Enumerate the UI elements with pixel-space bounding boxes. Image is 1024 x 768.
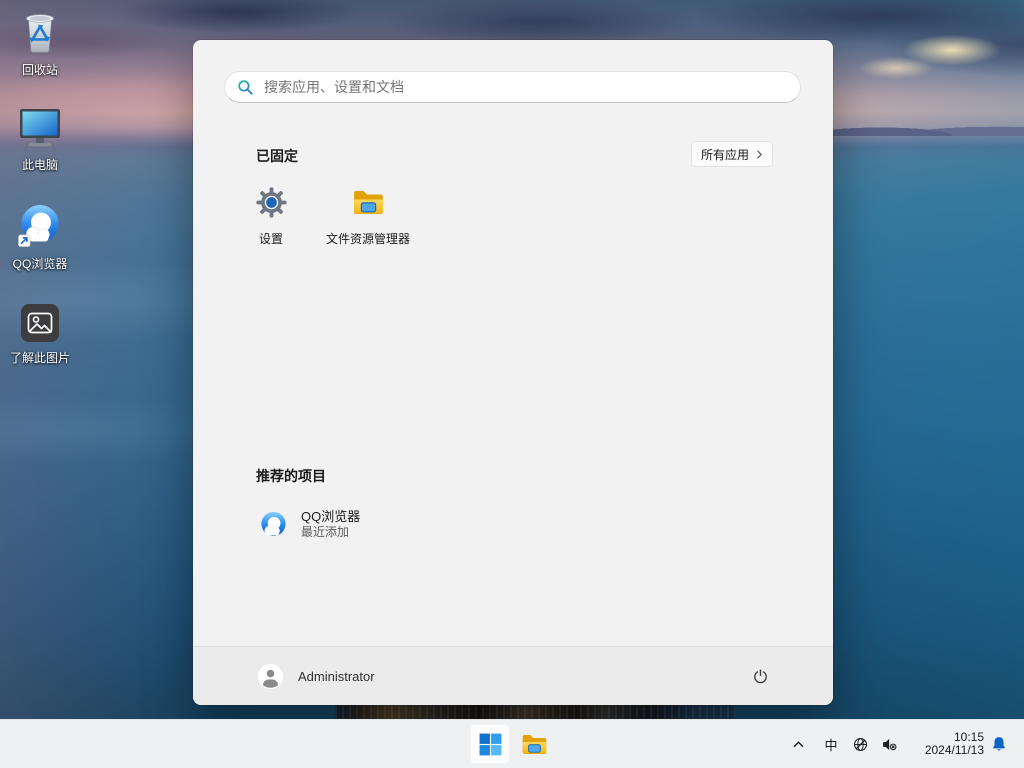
desktop-icon-label: QQ浏览器 [12,257,68,271]
pinned-section-title: 已固定 [256,148,298,164]
recommended-section-title: 推荐的项目 [256,468,326,484]
desktop-icon-recycle-bin[interactable]: 回收站 [1,9,79,77]
speaker-muted-icon [881,736,898,753]
recommended-item-sublabel: 最近添加 [301,524,350,539]
start-menu-footer: Administrator [193,646,833,705]
recommended-item-qq-browser[interactable]: QQ浏览器 最近添加 [251,500,489,548]
taskbar-file-explorer-button[interactable] [514,724,554,764]
taskbar: 中 10:15 2024/11/13 [0,719,1024,768]
globe-no-network-icon [852,736,869,753]
pinned-app-label: 文件资源管理器 [325,232,410,246]
chevron-up-icon [792,740,805,749]
system-tray: 中 10:15 2024/11/13 [785,720,1024,768]
picture-info-icon [20,303,60,348]
ime-indicator[interactable]: 中 [818,726,844,762]
user-name: Administrator [298,668,375,684]
settings-gear-icon [255,186,288,224]
qq-browser-icon [16,201,64,254]
power-button[interactable] [743,659,777,693]
user-account-button[interactable]: Administrator [248,658,385,694]
notifications-button[interactable] [984,726,1014,762]
qq-browser-icon [259,510,288,539]
this-pc-icon [17,106,63,155]
clock-date: 2024/11/13 [924,743,984,757]
desktop-icon-label: 了解此图片 [9,351,70,365]
all-apps-button[interactable]: 所有应用 [690,141,773,167]
volume-button[interactable] [876,726,902,762]
search-input[interactable]: 搜索应用、设置和文档 [224,71,801,103]
recycle-bin-icon [18,9,62,60]
all-apps-label: 所有应用 [700,147,749,162]
pinned-app-label: 设置 [258,232,283,246]
chevron-right-icon [756,149,763,160]
tray-overflow-button[interactable] [785,726,811,762]
desktop-icon-label: 此电脑 [21,158,58,172]
search-placeholder: 搜索应用、设置和文档 [264,79,404,95]
start-button[interactable] [470,724,510,764]
user-avatar [258,663,283,689]
desktop-icon-this-pc[interactable]: 此电脑 [1,106,79,172]
clock[interactable]: 10:15 2024/11/13 [908,731,984,757]
file-explorer-icon [521,731,548,758]
windows-logo-icon [479,733,502,756]
taskbar-center-icons [470,720,554,768]
desktop-screen: 回收站 此电脑 QQ浏览器 了解此图片 搜索应用、设置和文档 已固定 所有应用 … [0,0,1024,768]
power-icon [752,668,769,685]
bell-icon [990,735,1008,753]
start-menu: 搜索应用、设置和文档 已固定 所有应用 设置 文件资源管理器 推荐的项目 QQ浏… [193,40,833,705]
desktop-icon-qq-browser[interactable]: QQ浏览器 [1,201,79,271]
network-button[interactable] [847,726,873,762]
pinned-app-settings[interactable]: 设置 [223,186,319,248]
recommended-item-label: QQ浏览器 [301,508,361,524]
desktop-icon-learn-picture[interactable]: 了解此图片 [1,303,79,365]
desktop-icon-label: 回收站 [21,63,58,77]
file-explorer-icon [352,186,385,224]
pinned-app-file-explorer[interactable]: 文件资源管理器 [320,186,416,248]
search-icon [237,79,254,96]
